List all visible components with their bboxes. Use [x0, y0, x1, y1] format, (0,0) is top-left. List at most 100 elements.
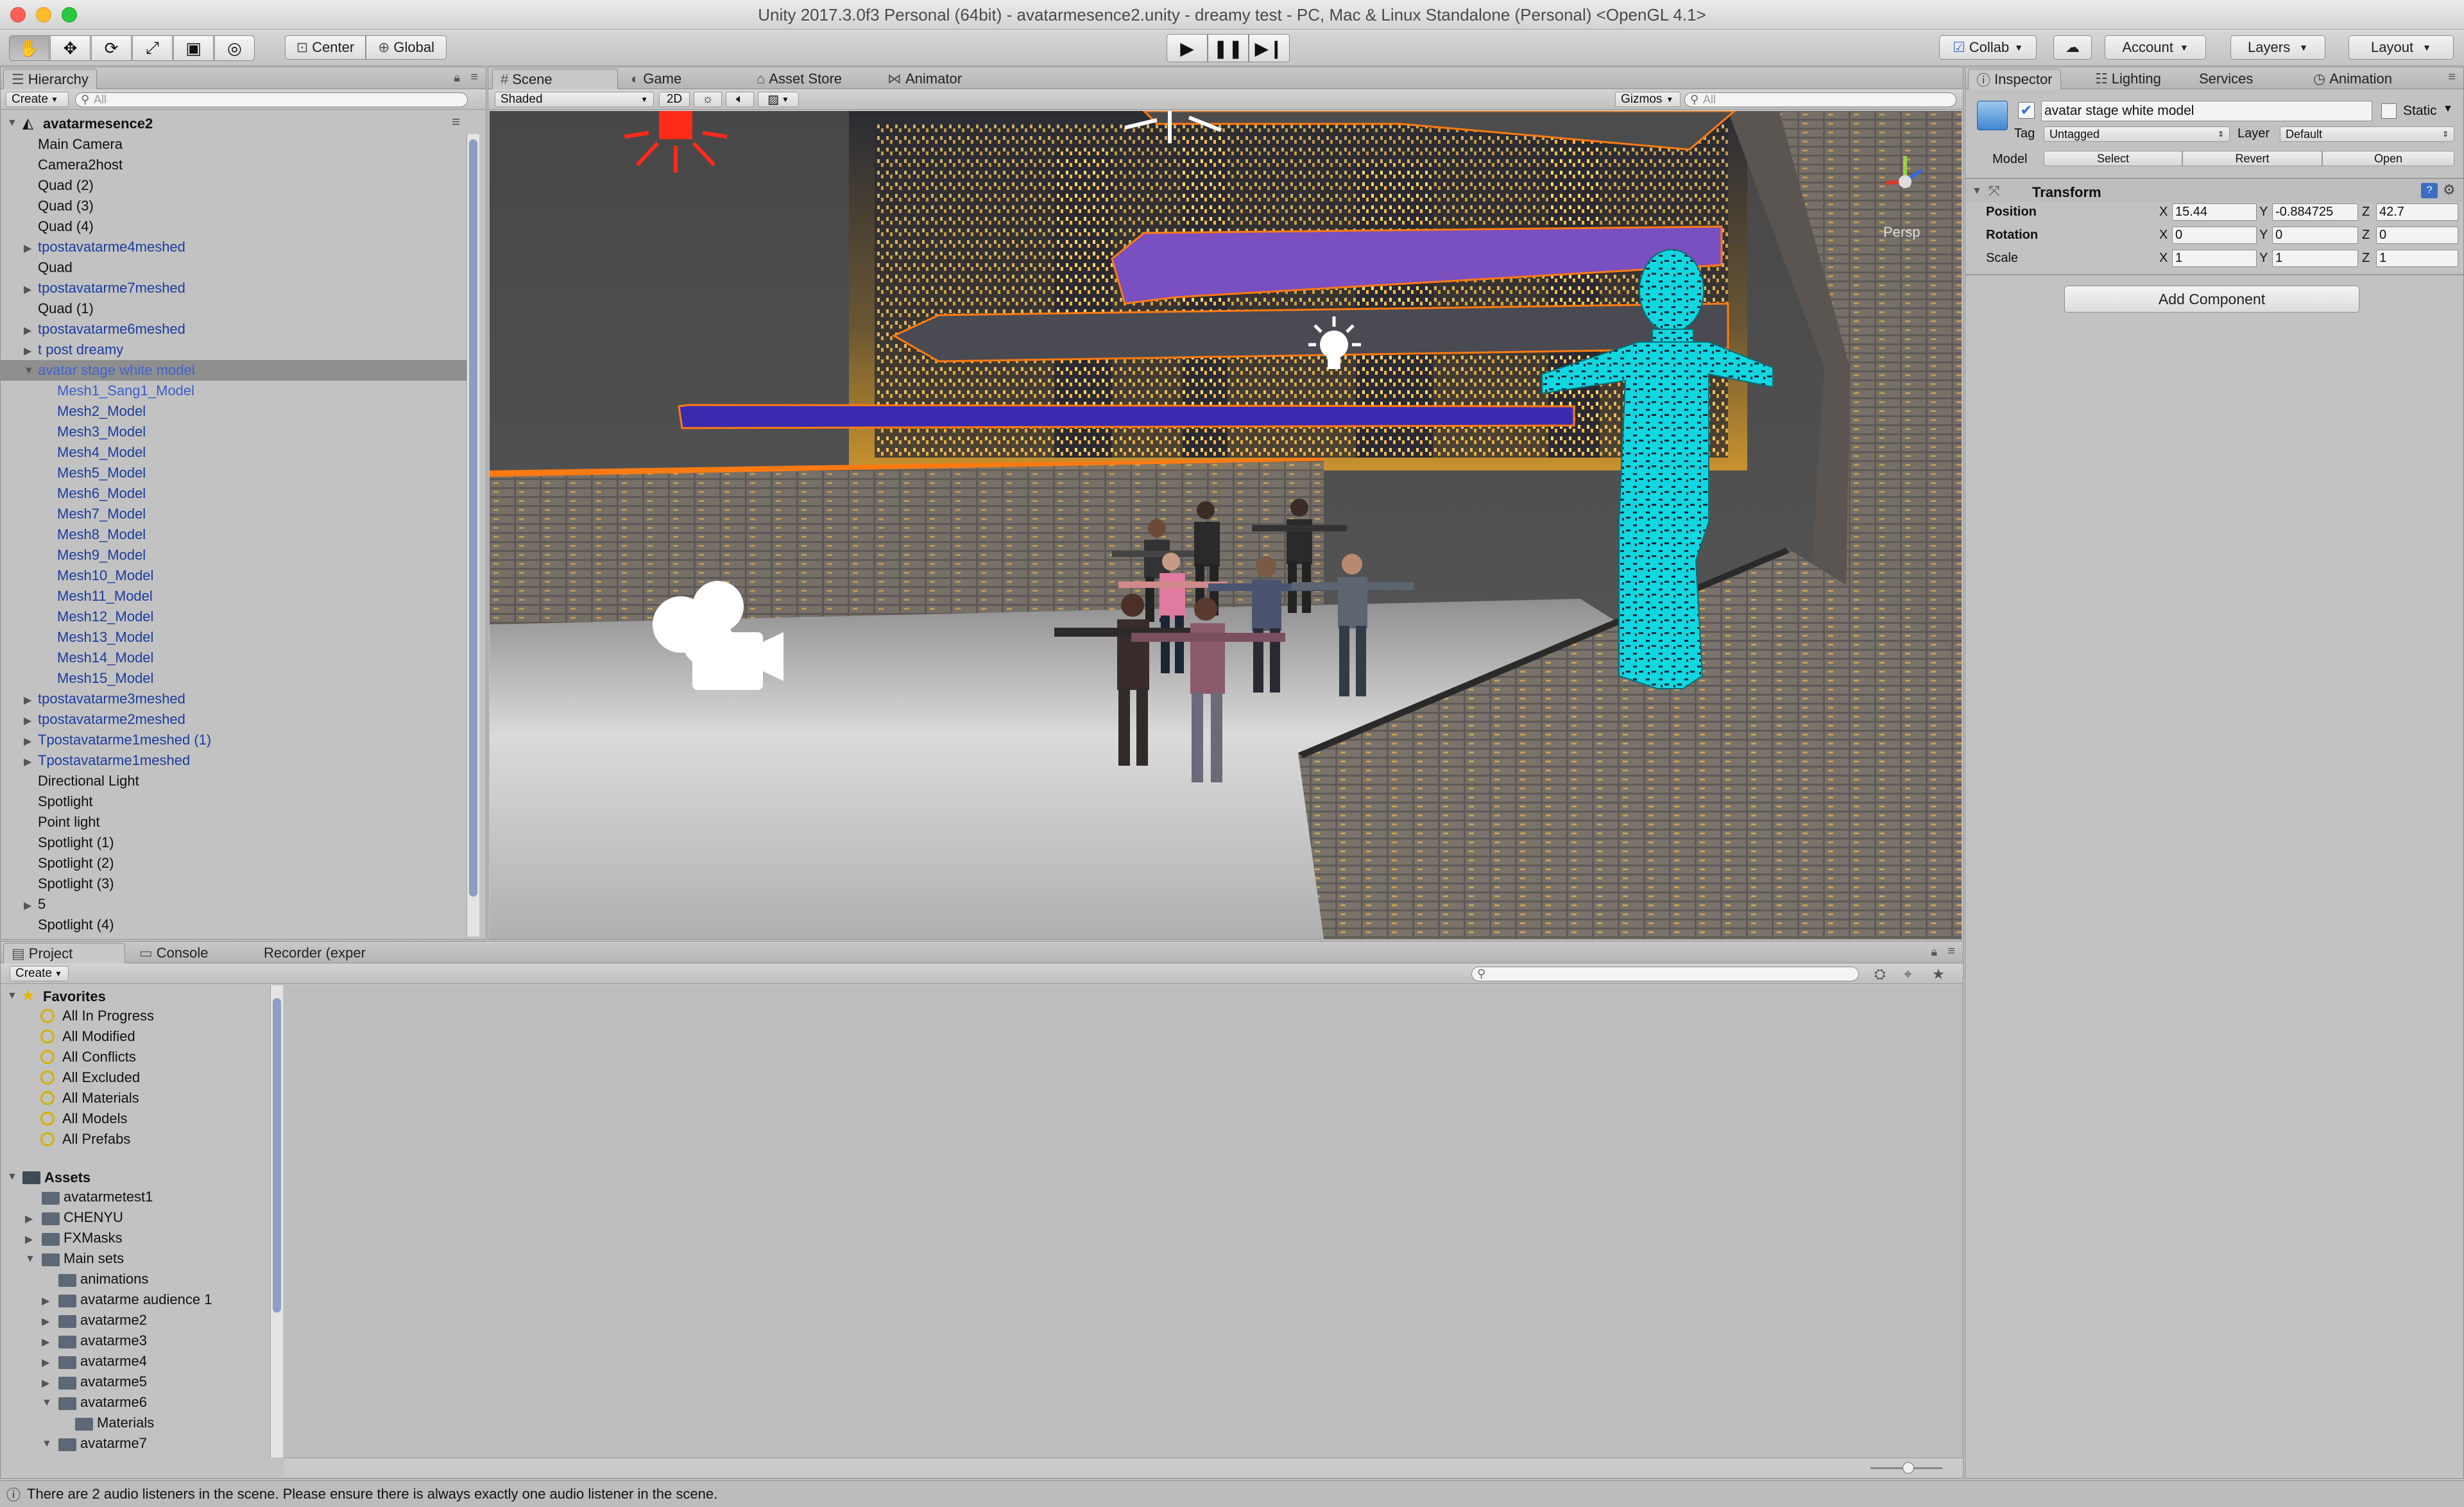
- scale-tool-button[interactable]: ⤢: [132, 35, 173, 61]
- position-z-field[interactable]: 42.7: [2376, 203, 2458, 221]
- hierarchy-item[interactable]: ▶ tpostavatarme6meshed: [1, 319, 466, 340]
- hierarchy-item[interactable]: ▶ Tpostavatarme1meshed: [1, 750, 466, 771]
- hierarchy-item[interactable]: Quad (2): [1, 175, 466, 196]
- tab-services[interactable]: Services: [2191, 69, 2261, 89]
- hierarchy-item[interactable]: Mesh7_Model: [1, 504, 466, 524]
- hierarchy-item[interactable]: ▶ 5: [1, 894, 466, 915]
- hierarchy-item[interactable]: Quad: [1, 257, 466, 278]
- expand-arrow-icon[interactable]: ▶: [24, 735, 31, 748]
- hierarchy-item[interactable]: Spotlight (2): [1, 853, 466, 874]
- expand-arrow-icon[interactable]: ▶: [24, 242, 31, 255]
- gizmos-dropdown[interactable]: Gizmos ▼: [1615, 92, 1681, 107]
- expand-arrow-icon[interactable]: ▶: [42, 1295, 49, 1307]
- transform-tool-button[interactable]: ◎: [214, 35, 255, 61]
- hierarchy-item[interactable]: Mesh6_Model: [1, 483, 466, 504]
- model-open-button[interactable]: Open: [2322, 151, 2454, 166]
- scale-x-field[interactable]: 1: [2172, 250, 2257, 267]
- filter-type-icon[interactable]: ⛭: [1874, 966, 1886, 983]
- hierarchy-scrollbar[interactable]: [466, 134, 479, 936]
- favorite-item[interactable]: All Conflicts: [1, 1047, 270, 1067]
- shading-mode-dropdown[interactable]: Shaded ▼: [495, 92, 654, 107]
- collab-dropdown[interactable]: ☑ Collab ▼: [1939, 35, 2037, 60]
- hierarchy-item[interactable]: Spotlight (1): [1, 832, 466, 853]
- expand-arrow-icon[interactable]: ▶: [42, 1356, 49, 1369]
- hierarchy-item[interactable]: Mesh11_Model: [1, 586, 466, 607]
- project-tree-scroll-thumb[interactable]: [273, 998, 281, 1313]
- asset-folder-item[interactable]: animations: [1, 1269, 270, 1289]
- scene-lighting-toggle[interactable]: ☼: [694, 92, 722, 107]
- hierarchy-create-dropdown[interactable]: Create ▼: [6, 92, 69, 107]
- favorite-item[interactable]: All In Progress: [1, 1006, 270, 1026]
- hierarchy-item[interactable]: Spotlight (4): [1, 915, 466, 935]
- hierarchy-item[interactable]: Spotlight: [1, 791, 466, 812]
- expand-arrow-icon[interactable]: ▶: [24, 714, 31, 727]
- hierarchy-item[interactable]: Mesh1_Sang1_Model: [1, 381, 466, 401]
- expand-arrow-icon[interactable]: ▶: [42, 1336, 49, 1348]
- favorite-item[interactable]: All Prefabs: [1, 1129, 270, 1150]
- hierarchy-item[interactable]: Quad (1): [1, 298, 466, 319]
- play-button[interactable]: ▶: [1167, 34, 1208, 62]
- asset-folder-item[interactable]: avatarmetest1: [1, 1187, 270, 1207]
- hierarchy-item[interactable]: Main Camera: [1, 134, 466, 155]
- project-tree-scrollbar[interactable]: [270, 985, 283, 1458]
- tab-scene[interactable]: # Scene: [492, 69, 618, 89]
- collapse-arrow-icon[interactable]: ▼: [25, 1253, 35, 1265]
- status-bar[interactable]: ⓘ There are 2 audio listeners in the sce…: [0, 1480, 2464, 1507]
- star-filter-icon[interactable]: ★: [1932, 966, 1945, 983]
- scene-effects-dropdown[interactable]: ▨ ▼: [758, 92, 799, 107]
- asset-folder-item[interactable]: ▼ Main sets: [1, 1248, 270, 1269]
- hierarchy-item[interactable]: ▶ t post dreamy: [1, 340, 466, 360]
- hierarchy-item[interactable]: Camera2host: [1, 155, 466, 175]
- scene-menu-icon[interactable]: ≡: [452, 114, 460, 130]
- zoom-slider-thumb[interactable]: [1903, 1462, 1914, 1474]
- asset-folder-item[interactable]: Materials: [1, 1413, 270, 1433]
- tab-game[interactable]: ◐ Game: [623, 69, 689, 89]
- collapse-arrow-icon[interactable]: ▼: [42, 1397, 52, 1409]
- asset-folder-item[interactable]: ▼ avatarme7: [1, 1433, 270, 1454]
- rotation-z-field[interactable]: 0: [2376, 227, 2458, 244]
- tag-dropdown[interactable]: Untagged ⇕: [2044, 126, 2230, 142]
- hierarchy-item[interactable]: Directional Light: [1, 771, 466, 791]
- layer-dropdown[interactable]: Default ⇕: [2280, 126, 2454, 142]
- add-component-button[interactable]: Add Component: [2064, 286, 2359, 313]
- hierarchy-item[interactable]: Mesh3_Model: [1, 422, 466, 442]
- model-select-button[interactable]: Select: [2044, 151, 2182, 166]
- panel-menu-icon[interactable]: ≡: [2448, 70, 2456, 85]
- expand-arrow-icon[interactable]: ▶: [24, 899, 31, 912]
- hierarchy-search-input[interactable]: ⚲ All: [75, 92, 468, 107]
- hierarchy-item[interactable]: Mesh12_Model: [1, 607, 466, 627]
- expand-arrow-icon[interactable]: ▶: [42, 1377, 49, 1390]
- asset-folder-item[interactable]: ▶ avatarme2: [1, 1310, 270, 1330]
- hierarchy-item[interactable]: ▶ tpostavatarme3meshed: [1, 689, 466, 709]
- project-search-input[interactable]: ⚲: [1471, 967, 1859, 981]
- pivot-center-toggle[interactable]: ⊡ Center: [285, 35, 366, 60]
- expand-arrow-icon[interactable]: ▶: [42, 1315, 49, 1328]
- asset-folder-item[interactable]: ▶ avatarme5: [1, 1372, 270, 1392]
- rect-tool-button[interactable]: ▣: [173, 35, 214, 61]
- help-icon[interactable]: ?: [2421, 183, 2438, 198]
- hierarchy-scroll-thumb[interactable]: [469, 139, 477, 897]
- favorite-item[interactable]: All Modified: [1, 1026, 270, 1047]
- rotate-tool-button[interactable]: ⟳: [91, 35, 132, 61]
- lock-icon[interactable]: 🔒︎: [454, 71, 460, 85]
- scale-z-field[interactable]: 1: [2376, 250, 2458, 267]
- project-create-dropdown[interactable]: Create ▼: [10, 966, 69, 981]
- asset-folder-item[interactable]: ▶ CHENYU: [1, 1207, 270, 1228]
- model-revert-button[interactable]: Revert: [2182, 151, 2322, 166]
- hand-tool-button[interactable]: ✋: [9, 35, 49, 61]
- hierarchy-item[interactable]: Quad (3): [1, 196, 466, 216]
- tab-hierarchy[interactable]: ☰ Hierarchy: [3, 69, 97, 89]
- asset-folder-item[interactable]: ▼ avatarme6: [1, 1392, 270, 1413]
- hierarchy-item[interactable]: Mesh14_Model: [1, 648, 466, 668]
- expand-arrow-icon[interactable]: ▶: [24, 755, 31, 768]
- rotation-y-field[interactable]: 0: [2272, 227, 2358, 244]
- expand-arrow-icon[interactable]: ▶: [25, 1233, 33, 1246]
- static-checkbox[interactable]: [2381, 103, 2397, 119]
- chevron-down-icon[interactable]: ▼: [2443, 103, 2453, 115]
- asset-folder-item[interactable]: ▶__MACOSX: [1, 1454, 270, 1458]
- transform-header[interactable]: ▼ ⤧ Transform ? ⚙: [1965, 180, 2463, 202]
- move-tool-button[interactable]: ✥: [50, 35, 90, 61]
- tab-project[interactable]: ▤ Project: [3, 943, 125, 963]
- project-content-area[interactable]: [284, 985, 1963, 1458]
- hierarchy-item[interactable]: Mesh4_Model: [1, 442, 466, 463]
